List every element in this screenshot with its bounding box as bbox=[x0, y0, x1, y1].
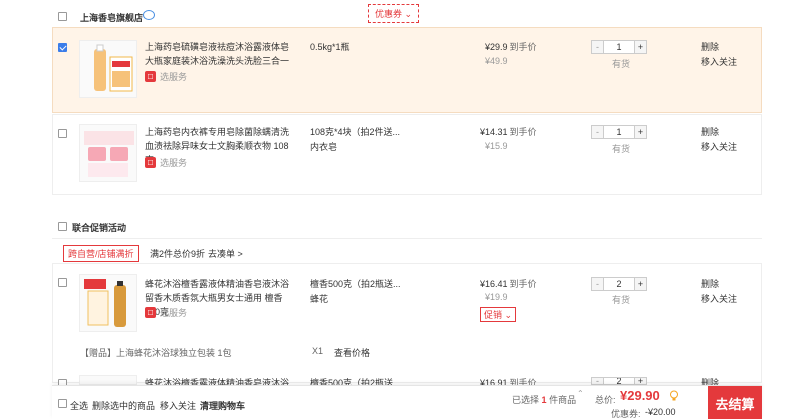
discount-value: -¥20.00 bbox=[645, 407, 676, 417]
decrease-button[interactable]: - bbox=[592, 278, 603, 290]
quantity-input[interactable]: 1 bbox=[603, 41, 635, 53]
quantity-input[interactable]: 2 bbox=[603, 378, 635, 384]
item-checkbox[interactable] bbox=[58, 43, 67, 52]
product-title[interactable]: 蜂花沐浴檀香露液体精油香皂液沐浴留 bbox=[145, 376, 297, 385]
original-price: ¥15.9 bbox=[485, 141, 508, 151]
price-suffix: 到手价 bbox=[509, 42, 537, 52]
decrease-button[interactable]: - bbox=[592, 126, 603, 138]
quantity-input[interactable]: 1 bbox=[603, 126, 635, 138]
product-variant: 内衣皂 bbox=[310, 142, 338, 152]
move-to-follow-link[interactable]: 移入关注 bbox=[701, 140, 737, 154]
stock-status: 有货 bbox=[612, 144, 631, 154]
promotion-dropdown[interactable]: 促销 ⌄ bbox=[480, 307, 517, 322]
selected-prefix: 已选择 bbox=[512, 395, 540, 405]
price-value: ¥14.31 bbox=[480, 127, 508, 137]
promotion-label: 促销 bbox=[484, 310, 503, 320]
clear-cart-link[interactable]: 清理购物车 bbox=[200, 399, 245, 412]
checkout-button[interactable]: 去结算 bbox=[708, 386, 762, 419]
selected-count: 1 bbox=[541, 395, 547, 405]
product-thumbnail[interactable] bbox=[79, 124, 137, 182]
decrease-button[interactable]: - bbox=[592, 41, 603, 53]
service-selector[interactable]: ☐ 选服务 bbox=[145, 156, 187, 169]
checkout-bar: 全选 删除选中的商品 移入关注 清理购物车 已选择 1 件商品 ⌃ 总价: ¥2… bbox=[52, 385, 762, 419]
delete-link[interactable]: 删除 bbox=[701, 40, 719, 54]
total-price: ¥29.90 bbox=[620, 388, 660, 403]
delete-link[interactable]: 删除 bbox=[701, 277, 719, 291]
service-label: 选服务 bbox=[160, 72, 188, 82]
select-all-checkbox[interactable] bbox=[58, 399, 67, 408]
service-selector[interactable]: ☐ 选服务 bbox=[145, 306, 187, 319]
move-to-follow-link[interactable]: 移入关注 bbox=[701, 55, 737, 69]
selected-suffix: 件商品 bbox=[549, 395, 577, 405]
increase-button[interactable]: + bbox=[635, 278, 646, 290]
promo-desc: 满2件总价9折 bbox=[150, 249, 206, 259]
delete-selected-link[interactable]: 删除选中的商品 bbox=[92, 399, 155, 412]
promo-tag: 跨自营/店铺满折 bbox=[63, 245, 139, 262]
product-thumbnail[interactable] bbox=[79, 40, 137, 98]
product-spec: 檀香500克（拍2瓶送... bbox=[310, 378, 401, 385]
selected-count-text: 已选择 1 件商品 bbox=[512, 393, 576, 406]
gift-qty: X1 bbox=[312, 346, 324, 356]
promo-section-title: 联合促销活动 bbox=[72, 223, 127, 233]
product-title[interactable]: 上海药皂硫磺皂液祛痘沐浴露液体皂大瓶家庭装沐浴洗澡洗头洗脸三合一 bbox=[145, 40, 297, 68]
chevron-up-icon[interactable]: ⌃ bbox=[577, 389, 587, 398]
product-spec: 108克*4块（拍2件送... bbox=[310, 127, 401, 137]
coupon-label: 优惠券 bbox=[375, 9, 403, 19]
increase-button[interactable]: + bbox=[635, 126, 646, 138]
add-on-link[interactable]: 去凑单 > bbox=[208, 247, 243, 260]
quantity-stepper: - 2 + bbox=[591, 277, 647, 291]
chat-icon[interactable] bbox=[143, 10, 155, 20]
product-spec: 檀香500克（拍2瓶送... bbox=[310, 279, 401, 289]
price: ¥14.31 到手价 bbox=[480, 125, 537, 138]
price-suffix: 到手价 bbox=[509, 279, 537, 289]
lightbulb-icon[interactable] bbox=[669, 390, 679, 402]
service-selector[interactable]: ☐ 选服务 bbox=[145, 70, 187, 83]
item-checkbox[interactable] bbox=[58, 129, 67, 138]
stock-status: 有货 bbox=[612, 59, 631, 69]
quantity-input[interactable]: 2 bbox=[603, 278, 635, 290]
shop-name[interactable]: 上海香皂旗舰店 bbox=[80, 11, 143, 24]
product-variant: 蜂花 bbox=[310, 294, 329, 304]
increase-button[interactable]: + bbox=[635, 378, 646, 384]
product-thumbnail[interactable] bbox=[79, 375, 137, 385]
coupon-button[interactable]: 优惠券 ⌄ bbox=[368, 4, 420, 23]
service-label: 选服务 bbox=[160, 308, 188, 318]
chevron-down-icon: ⌄ bbox=[504, 310, 513, 320]
stock-status: 有货 bbox=[612, 295, 631, 305]
move-to-follow-link[interactable]: 移入关注 bbox=[160, 399, 196, 412]
total-label: 总价: bbox=[595, 395, 616, 405]
service-icon: ☐ bbox=[145, 71, 156, 82]
item-checkbox[interactable] bbox=[58, 278, 67, 287]
move-to-follow-link[interactable]: 移入关注 bbox=[701, 292, 737, 306]
product-spec: 0.5kg*1瓶 bbox=[310, 42, 350, 52]
discount-label: 优惠券: bbox=[611, 409, 641, 419]
increase-button[interactable]: + bbox=[635, 41, 646, 53]
price: ¥16.41 到手价 bbox=[480, 277, 537, 290]
quantity-stepper: - 1 + bbox=[591, 125, 647, 139]
price-value: ¥16.41 bbox=[480, 279, 508, 289]
price: ¥29.9 到手价 bbox=[485, 40, 537, 53]
select-all-label[interactable]: 全选 bbox=[70, 399, 88, 412]
original-price: ¥19.9 bbox=[485, 292, 508, 302]
view-price-link[interactable]: 查看价格 bbox=[334, 346, 370, 359]
gift-label: 【赠品】上海蜂花沐浴球独立包装 1包 bbox=[80, 348, 232, 358]
chevron-down-icon: ⌄ bbox=[404, 9, 413, 19]
decrease-button[interactable]: - bbox=[592, 378, 603, 384]
delete-link[interactable]: 删除 bbox=[701, 125, 719, 139]
price-value: ¥29.9 bbox=[485, 42, 508, 52]
price-suffix: 到手价 bbox=[509, 127, 537, 137]
service-icon: ☐ bbox=[145, 307, 156, 318]
product-thumbnail[interactable] bbox=[79, 274, 137, 332]
promo-section-checkbox[interactable] bbox=[58, 222, 67, 231]
quantity-stepper: - 1 + bbox=[591, 40, 647, 54]
service-icon: ☐ bbox=[145, 157, 156, 168]
divider bbox=[52, 238, 762, 239]
original-price: ¥49.9 bbox=[485, 56, 508, 66]
service-label: 选服务 bbox=[160, 158, 188, 168]
shop-checkbox[interactable] bbox=[58, 12, 67, 21]
quantity-stepper: - 2 + bbox=[591, 377, 647, 385]
